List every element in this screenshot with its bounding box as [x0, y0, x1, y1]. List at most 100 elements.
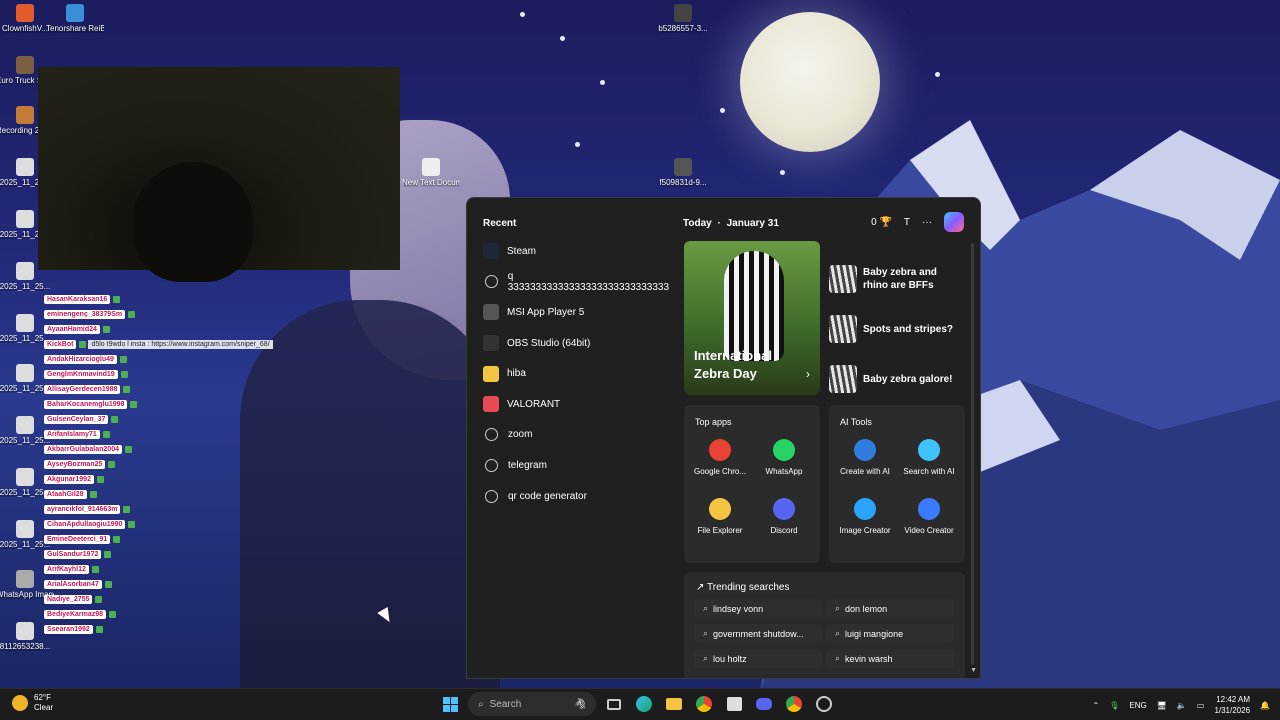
desktop-icon[interactable]: b5286557-3... [654, 4, 712, 33]
task-view-icon[interactable] [602, 692, 626, 716]
whatsapp-icon [773, 439, 795, 461]
today-date: January 31 [726, 218, 779, 229]
news-item[interactable]: Baby zebra galore! [829, 354, 964, 404]
discord-icon[interactable] [752, 692, 776, 716]
search-icon: ⌕ [703, 653, 709, 663]
chrome-icon[interactable] [692, 692, 716, 716]
app-tile[interactable]: File Explorer [688, 498, 752, 535]
star [600, 80, 605, 85]
chat-badge-icon [89, 491, 97, 498]
recent-item[interactable]: q 33333333333333333333333333333 [483, 267, 673, 298]
network-icon[interactable]: 🖥 [1157, 701, 1167, 710]
chat-line: AllisayGerdecen1988 [44, 382, 284, 397]
app-tile[interactable]: WhatsApp [752, 439, 816, 476]
desktop-icon-label: New Text Document [402, 178, 460, 187]
recent-item[interactable]: zoom [483, 420, 673, 451]
chat-line: CihanApdullaogiu1990 [44, 517, 284, 532]
panel-toolbar: 0 🏆 T ··· [871, 212, 964, 232]
clock[interactable]: 12:42 AM 1/31/2026 [1214, 694, 1250, 716]
taskbar-search[interactable]: ⌕ Search 🦓 [468, 692, 596, 716]
desktop-icon-label: b5286557-3... [658, 24, 708, 33]
chat-line: ArifanIslamy71 [44, 427, 284, 442]
search-icon: ⌕ [703, 603, 709, 613]
chat-badge-icon [104, 581, 112, 588]
app-tile[interactable]: Discord [752, 498, 816, 535]
recent-item[interactable]: VALORANT [483, 389, 673, 420]
recent-item[interactable]: qr code generator [483, 481, 673, 512]
chat-username: eminengenç_38379Sm [44, 310, 126, 319]
search-icon: ⌕ [835, 628, 841, 638]
rewards-button[interactable]: 0 🏆 [871, 217, 892, 228]
hero-news-card[interactable]: International Zebra Day › [684, 241, 820, 395]
search-icon [485, 275, 498, 289]
trending-chip[interactable]: ⌕ lindsey vonn [694, 599, 822, 618]
chat-username: Nadiye_2755 [44, 595, 93, 604]
recent-item[interactable]: Steam [483, 236, 673, 267]
file-explorer-icon[interactable] [662, 692, 686, 716]
chat-username: CihanApdullaogiu1990 [44, 520, 126, 529]
whatsapp-image-icon [16, 570, 34, 588]
panel-scrollbar[interactable] [971, 243, 974, 665]
app-tile[interactable]: Google Chro... [688, 439, 752, 476]
chrome-icon [709, 439, 731, 461]
chat-line: Nadiye_2755 [44, 592, 284, 607]
trending-chip[interactable]: ⌕ lou holtz [694, 649, 822, 668]
notification-bell-icon[interactable]: 🔔 [1260, 701, 1270, 710]
trending-chip[interactable]: ⌕ don lemon [826, 599, 954, 618]
microphone-icon[interactable]: 🎙 [1109, 701, 1119, 710]
news-item[interactable]: Baby zebra and rhino are BFFs [829, 254, 964, 304]
copilot-icon[interactable] [944, 212, 964, 232]
chrome-alt-icon[interactable] [782, 692, 806, 716]
store-icon[interactable] [722, 692, 746, 716]
app-tile[interactable]: Search with AI [897, 439, 961, 476]
recent-item[interactable]: hiba [483, 358, 673, 389]
recent-item[interactable]: telegram [483, 450, 673, 481]
weather-widget[interactable]: 62°F Clear [12, 693, 53, 713]
search-icon: ⌕ [703, 628, 709, 638]
trending-chip[interactable]: ⌕ government shutdow... [694, 624, 822, 643]
app-tile[interactable]: Create with AI [833, 439, 897, 476]
chevron-right-icon[interactable]: › [806, 367, 810, 381]
trending-card: ↗ Trending searches ⌕ lindsey vonn ⌕ don le… [684, 572, 965, 678]
volume-icon[interactable]: 🔈 [1177, 701, 1187, 710]
language-indicator[interactable]: ENG [1129, 701, 1146, 710]
chat-username: ayrancikfol_914663m [44, 505, 121, 514]
user-avatar[interactable]: T [904, 217, 910, 228]
text-file-icon [422, 158, 440, 176]
recent-item[interactable]: MSI App Player 5 [483, 297, 673, 328]
steam-icon[interactable] [812, 692, 836, 716]
battery-icon[interactable]: ▭ [1197, 701, 1205, 710]
chat-line: ArialAsorban47 [44, 577, 284, 592]
app-tile[interactable]: Video Creator [897, 498, 961, 535]
scroll-down-icon[interactable]: ▼ [970, 667, 977, 674]
moon-weather-icon [12, 695, 28, 711]
chat-line: AkbarrGulabalan2004 [44, 442, 284, 457]
trending-chip[interactable]: ⌕ kevin warsh [826, 649, 954, 668]
app-tile[interactable]: Image Creator [833, 498, 897, 535]
chat-line: BaharKocanemglu1998 [44, 397, 284, 412]
chat-username: AyaanHamid24 [44, 325, 100, 334]
search-icon [485, 428, 498, 442]
chat-username: KickBot [44, 340, 77, 349]
more-options-icon[interactable]: ··· [922, 217, 932, 228]
trending-chip[interactable]: ⌕ luigi mangione [826, 624, 954, 643]
edge-icon[interactable] [632, 692, 656, 716]
trending-label: luigi mangione [845, 628, 904, 639]
image-file-icon [16, 468, 34, 486]
chat-line: AyseyBozman25 [44, 457, 284, 472]
desktop-icon[interactable]: New Text Document [402, 158, 460, 187]
chat-username: GenglmKnmavind19 [44, 370, 118, 379]
desktop-icon[interactable]: Tenorshare ReiBoot [46, 4, 104, 33]
chat-line: GulSandur1972 [44, 547, 284, 562]
chat-badge-icon [111, 416, 119, 423]
search-icon [485, 458, 498, 472]
start-button[interactable] [438, 692, 462, 716]
reiboot-icon [66, 4, 84, 22]
news-list: Baby zebra and rhino are BFFs Spots and s… [829, 254, 964, 404]
temperature: 62°F [34, 693, 51, 702]
recent-item[interactable]: OBS Studio (64bit) [483, 328, 673, 359]
news-item[interactable]: Spots and stripes? [829, 304, 964, 354]
chevron-up-icon[interactable]: ⌃ [1093, 701, 1100, 710]
desktop-icon[interactable]: f509831d-9... [654, 158, 712, 187]
chat-badge-icon [109, 611, 117, 618]
